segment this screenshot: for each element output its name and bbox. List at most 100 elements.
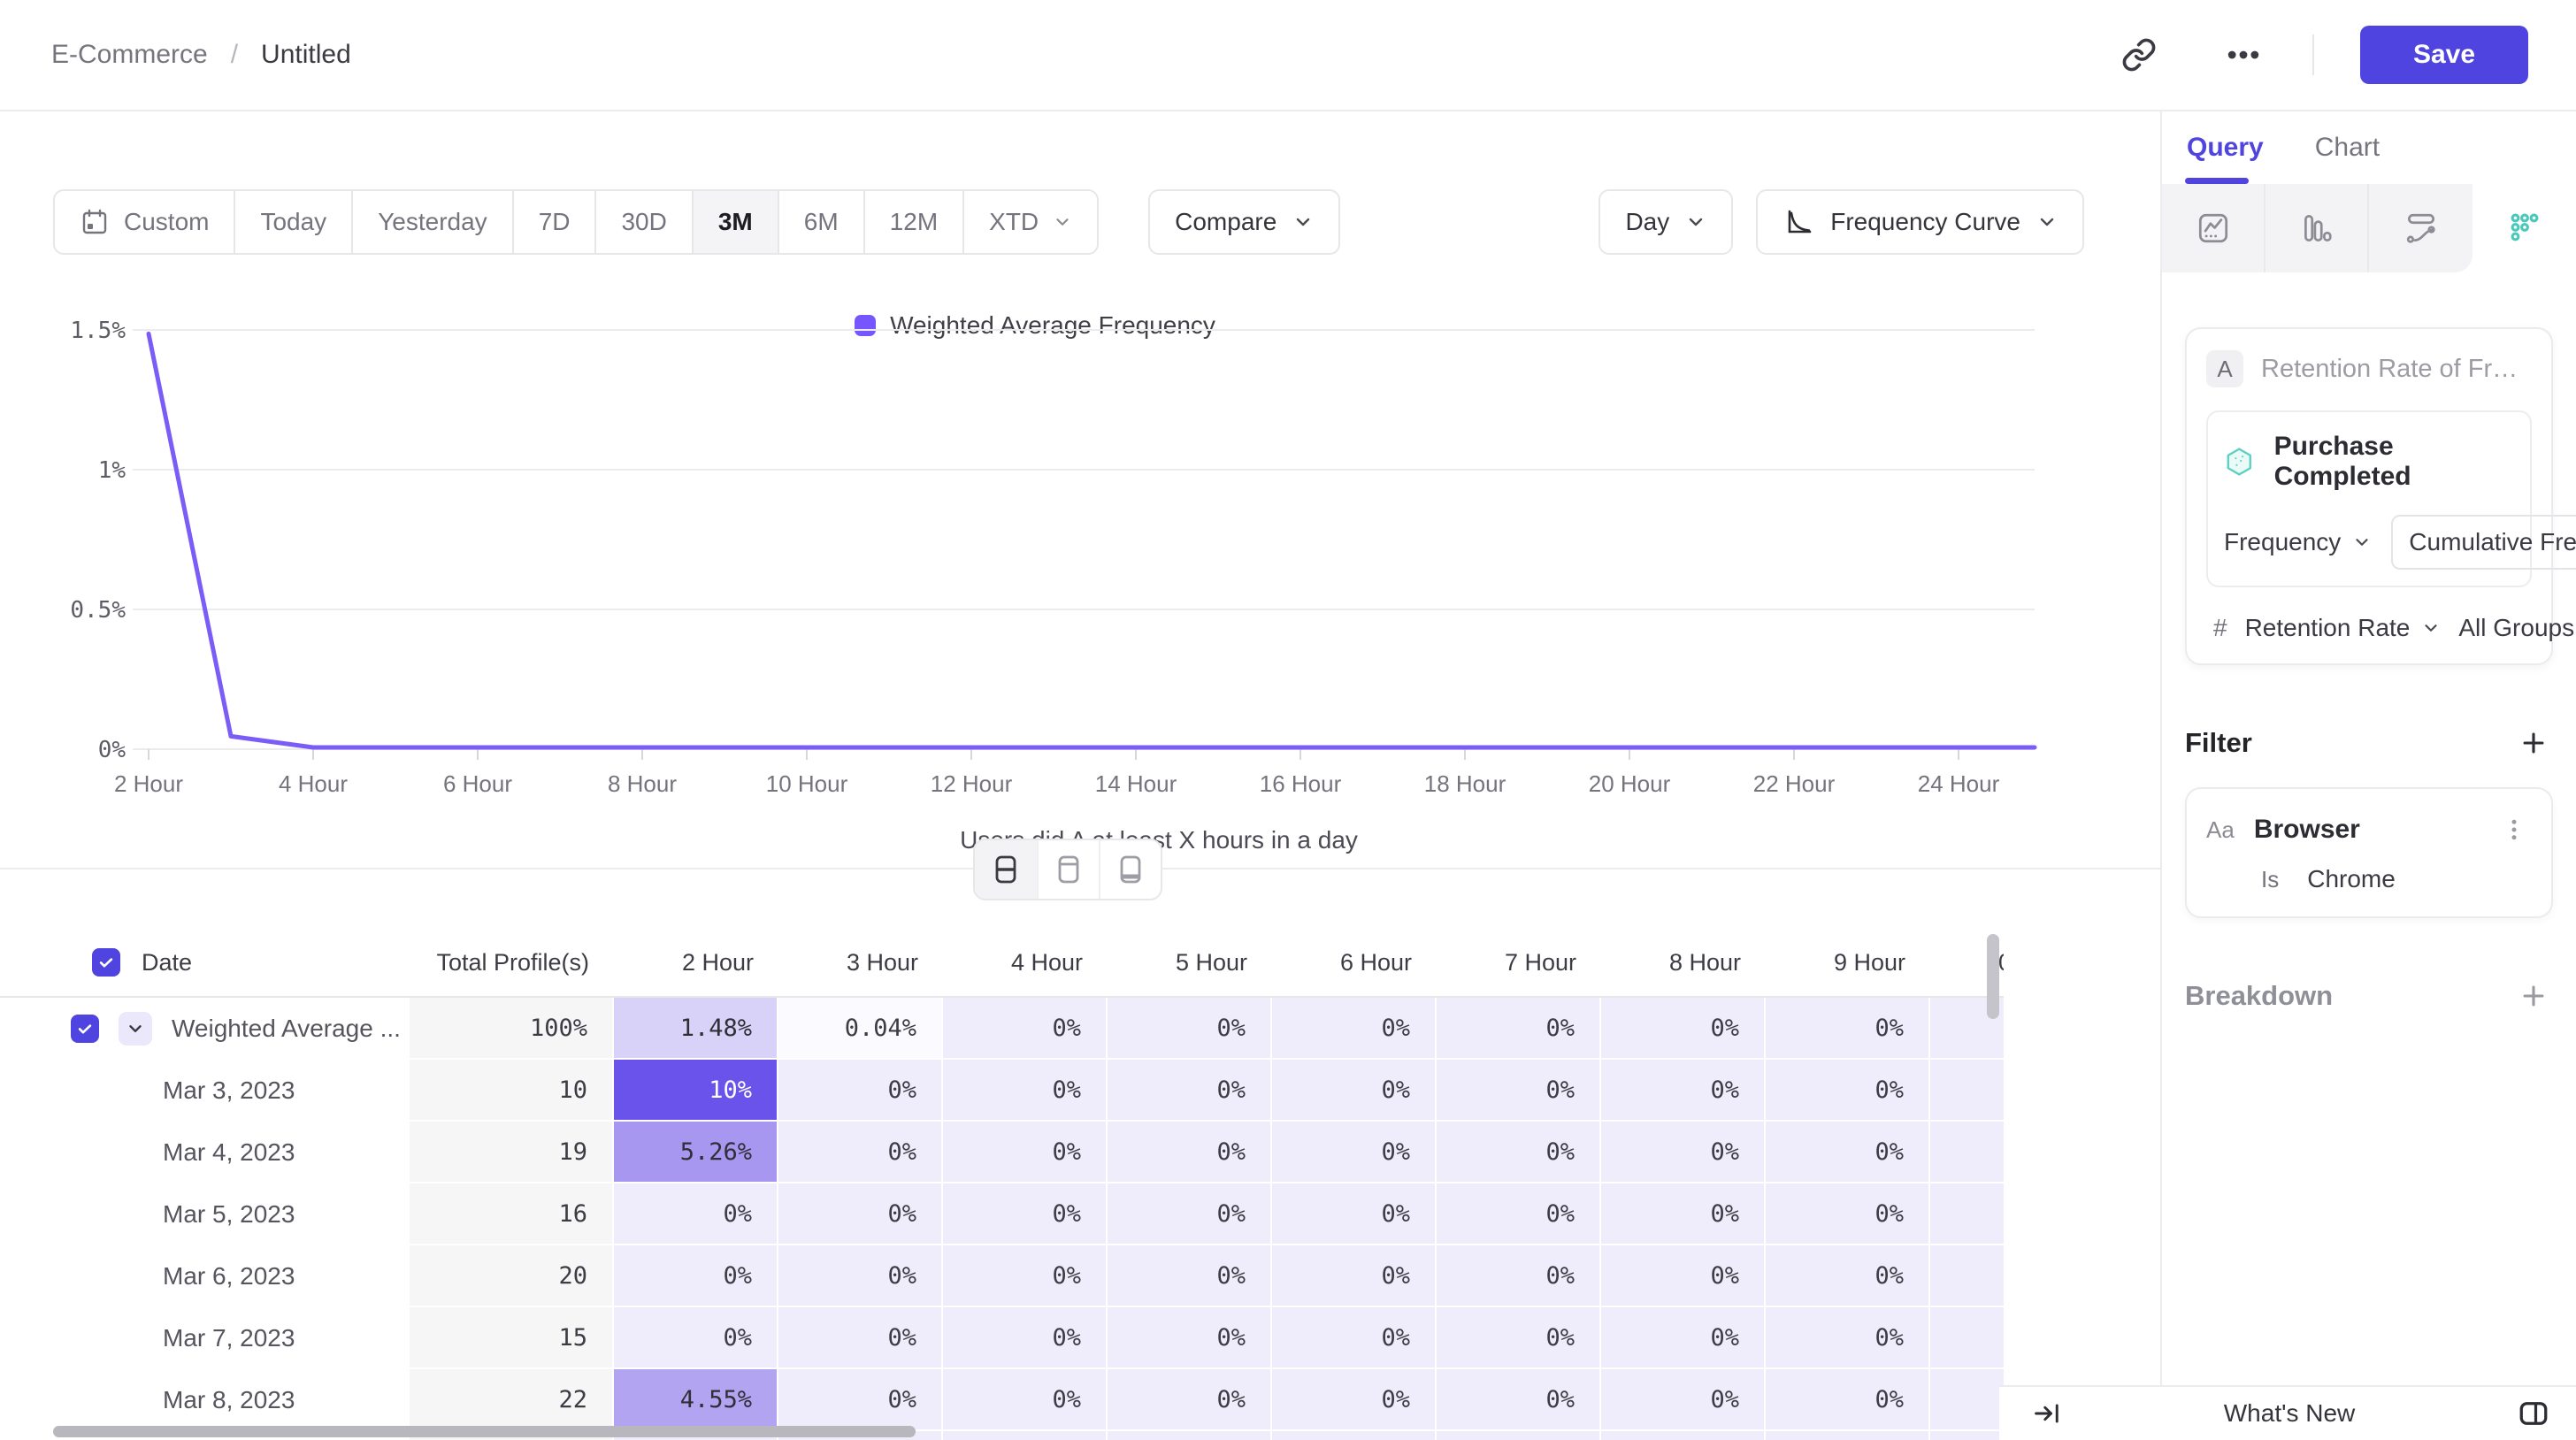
value-cell[interactable]: 0% — [1108, 1183, 1272, 1245]
value-cell[interactable]: 0% — [943, 1183, 1108, 1245]
layout-option-table-focus[interactable] — [1099, 840, 1161, 899]
table-row[interactable]: Mar 5, 2023160%0%0%0%0%0%0%0%0% — [0, 1183, 2004, 1245]
value-cell[interactable]: 0% — [778, 1307, 943, 1369]
value-cell[interactable]: 0% — [943, 1060, 1108, 1122]
filter-card[interactable]: Aa Browser Is Chrome — [2185, 787, 2553, 918]
table-row-summary[interactable]: Weighted Average ...100%1.48%0.04%0%0%0%… — [0, 998, 2004, 1060]
value-cell[interactable]: 0% — [1766, 1245, 1930, 1307]
more-menu-icon[interactable] — [2220, 32, 2266, 78]
value-cell[interactable]: 0% — [1272, 998, 1437, 1060]
tab-chart[interactable]: Chart — [2315, 133, 2380, 163]
layout-option-chart-and-table[interactable] — [975, 840, 1037, 899]
value-cell[interactable]: 0% — [1272, 1183, 1437, 1245]
groups-dropdown[interactable]: All Groups — [2458, 614, 2576, 642]
value-cell[interactable] — [1108, 1431, 1272, 1440]
total-profiles-cell[interactable]: 15 — [410, 1307, 614, 1369]
value-cell[interactable]: 0% — [1766, 1369, 1930, 1431]
value-cell[interactable]: 0% — [778, 1122, 943, 1183]
value-cell[interactable]: 0% — [1601, 1245, 1766, 1307]
whats-new-button[interactable]: What's New — [2063, 1399, 2516, 1428]
filter-operator[interactable]: Is — [2261, 866, 2279, 893]
value-cell[interactable]: 0% — [1930, 1122, 2004, 1183]
value-cell[interactable]: 0% — [1437, 1307, 1601, 1369]
vertical-scrollbar[interactable] — [1987, 934, 1999, 1019]
table-row[interactable]: Mar 7, 2023150%0%0%0%0%0%0%0%0% — [0, 1307, 2004, 1369]
horizontal-scrollbar[interactable] — [53, 1426, 916, 1437]
total-profiles-cell[interactable]: 16 — [410, 1183, 614, 1245]
value-cell[interactable]: 0% — [1766, 1307, 1930, 1369]
range-option-12m[interactable]: 12M — [863, 191, 962, 253]
value-cell[interactable] — [1437, 1431, 1601, 1440]
value-cell[interactable]: 0% — [943, 1245, 1108, 1307]
table-row[interactable]: Mar 3, 20231010%0%0%0%0%0%0%0%0% — [0, 1060, 2004, 1122]
value-cell[interactable] — [1930, 1431, 2004, 1440]
row-expander-chevron-icon[interactable] — [119, 1012, 152, 1046]
value-cell[interactable]: 0% — [614, 1307, 778, 1369]
query-row-title[interactable]: Retention Rate of Frequency of P... — [2261, 355, 2532, 384]
column-header-date[interactable]: Date — [0, 948, 410, 977]
value-cell[interactable]: 0% — [1930, 1369, 2004, 1431]
value-cell[interactable] — [1766, 1431, 1930, 1440]
value-cell[interactable]: 0% — [614, 1183, 778, 1245]
total-profiles-cell[interactable]: 10 — [410, 1060, 614, 1122]
breadcrumb-board-link[interactable]: E-Commerce — [51, 40, 208, 70]
value-cell[interactable]: 0% — [1601, 998, 1766, 1060]
value-cell[interactable]: 5.26% — [614, 1122, 778, 1183]
value-cell[interactable]: 0% — [1108, 1307, 1272, 1369]
value-cell[interactable]: 0.04% — [778, 998, 943, 1060]
range-option-today[interactable]: Today — [234, 191, 351, 253]
date-cell[interactable]: Mar 7, 2023 — [0, 1307, 410, 1369]
value-cell[interactable]: 0% — [1437, 1183, 1601, 1245]
value-cell[interactable]: 0% — [1766, 1183, 1930, 1245]
date-cell[interactable]: Mar 8, 2023 — [0, 1369, 410, 1431]
value-cell[interactable]: 0% — [1272, 1369, 1437, 1431]
compare-button[interactable]: Compare — [1148, 189, 1340, 255]
filter-value[interactable]: Chrome — [2307, 865, 2396, 893]
value-cell[interactable]: 4.55% — [614, 1369, 778, 1431]
column-header[interactable]: 6 Hour — [1272, 949, 1437, 977]
value-cell[interactable]: 0% — [1108, 1369, 1272, 1431]
add-filter-icon[interactable] — [2514, 724, 2553, 762]
column-header[interactable]: 7 Hour — [1437, 949, 1601, 977]
range-option-xtd[interactable]: XTD — [962, 191, 1097, 253]
value-cell[interactable]: 0% — [778, 1183, 943, 1245]
value-cell[interactable]: 0% — [1930, 1307, 2004, 1369]
add-breakdown-icon[interactable] — [2514, 977, 2553, 1015]
value-cell[interactable]: 0% — [1272, 1307, 1437, 1369]
column-header[interactable]: 4 Hour — [943, 949, 1108, 977]
value-cell[interactable]: 0% — [1108, 1122, 1272, 1183]
value-cell[interactable]: 0% — [1766, 1122, 1930, 1183]
event-card[interactable]: Purchase Completed Frequency Cumulative … — [2206, 410, 2532, 587]
row-checkbox[interactable] — [71, 1015, 99, 1043]
column-header[interactable]: 3 Hour — [778, 949, 943, 977]
range-option-custom[interactable]: Custom — [55, 191, 234, 253]
copy-link-icon[interactable] — [2116, 32, 2162, 78]
metric-dropdown[interactable]: Retention Rate — [2245, 614, 2442, 642]
table-row[interactable]: Mar 4, 2023195.26%0%0%0%0%0%0%0%0% — [0, 1122, 2004, 1183]
value-cell[interactable]: 0% — [778, 1369, 943, 1431]
value-cell[interactable]: 0% — [1766, 998, 1930, 1060]
date-cell[interactable]: Mar 6, 2023 — [0, 1245, 410, 1307]
total-profiles-cell[interactable]: 100% — [410, 998, 614, 1060]
total-profiles-cell[interactable]: 20 — [410, 1245, 614, 1307]
select-all-checkbox[interactable] — [92, 948, 120, 977]
value-cell[interactable]: 10% — [614, 1060, 778, 1122]
value-cell[interactable]: 0% — [1108, 1060, 1272, 1122]
value-cell[interactable]: 0% — [1601, 1122, 1766, 1183]
range-option-7d[interactable]: 7D — [512, 191, 595, 253]
range-option-6m[interactable]: 6M — [778, 191, 863, 253]
value-cell[interactable] — [1272, 1431, 1437, 1440]
value-cell[interactable]: 0% — [614, 1245, 778, 1307]
value-cell[interactable]: 0% — [1108, 998, 1272, 1060]
chart-style-button[interactable]: Frequency Curve — [1756, 189, 2084, 255]
chart-type-bar-chart[interactable] — [2266, 184, 2369, 272]
value-cell[interactable]: 0% — [943, 1307, 1108, 1369]
save-button[interactable]: Save — [2360, 26, 2528, 84]
value-cell[interactable]: 0% — [943, 1122, 1108, 1183]
value-cell[interactable]: 0% — [1930, 1245, 2004, 1307]
value-cell[interactable]: 0% — [1601, 1183, 1766, 1245]
value-cell[interactable]: 0% — [778, 1060, 943, 1122]
value-cell[interactable]: 0% — [1601, 1060, 1766, 1122]
column-header[interactable]: Total Profile(s) — [410, 949, 614, 977]
chart-type-frequency-chart[interactable] — [2472, 184, 2576, 272]
